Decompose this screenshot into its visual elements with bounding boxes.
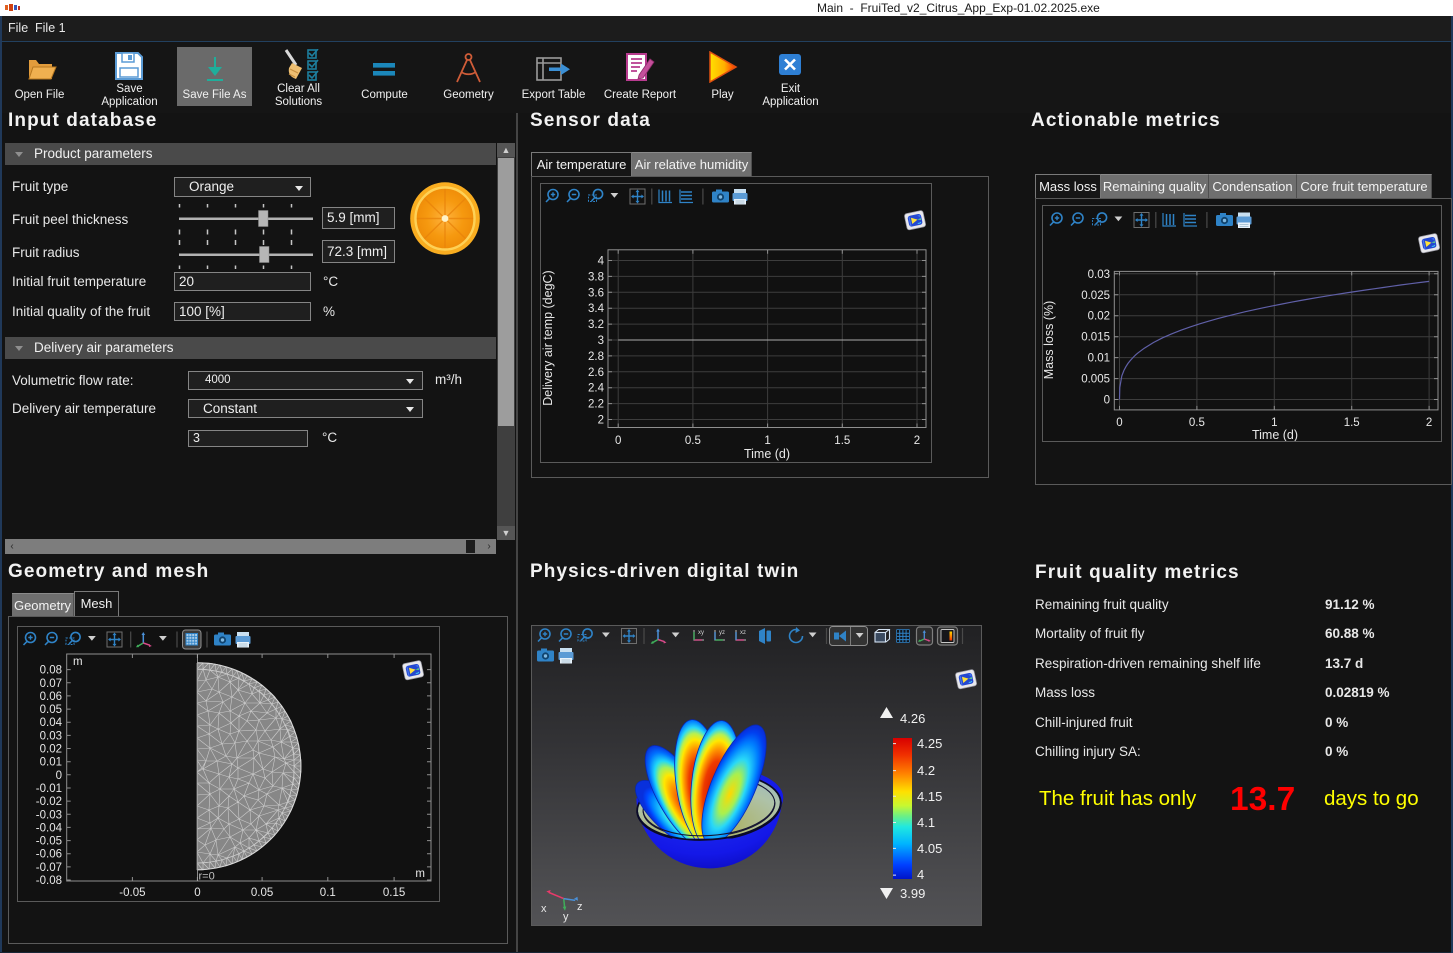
- svg-text:2.4: 2.4: [588, 383, 605, 395]
- svg-text:4: 4: [917, 867, 924, 882]
- svg-text:-0.03: -0.03: [36, 809, 62, 821]
- svg-text:2: 2: [1426, 417, 1432, 429]
- svg-text:y: y: [563, 911, 569, 923]
- svg-text:0.08: 0.08: [40, 665, 62, 677]
- svg-text:xy: xy: [698, 630, 704, 636]
- svg-text:0: 0: [1104, 395, 1110, 407]
- svg-text:-0.04: -0.04: [36, 822, 63, 834]
- svg-text:2.8: 2.8: [588, 351, 604, 363]
- svg-text:3.6: 3.6: [588, 287, 604, 299]
- svg-text:-0.02: -0.02: [36, 796, 62, 808]
- svg-text:0.01: 0.01: [1088, 353, 1110, 365]
- svg-text:0.03: 0.03: [40, 730, 62, 742]
- svg-text:xz: xz: [740, 630, 746, 636]
- svg-text:3.99: 3.99: [900, 886, 925, 901]
- svg-text:Time (d): Time (d): [744, 447, 790, 461]
- svg-text:Time (d): Time (d): [1252, 428, 1298, 441]
- svg-text:4.2: 4.2: [917, 763, 935, 778]
- svg-text:0.05: 0.05: [251, 887, 273, 899]
- svg-text:0.07: 0.07: [40, 678, 62, 690]
- svg-text:0: 0: [1116, 417, 1122, 429]
- svg-text:0.1: 0.1: [320, 887, 336, 899]
- svg-text:0.015: 0.015: [1081, 332, 1110, 344]
- svg-text:4: 4: [598, 256, 605, 268]
- svg-text:-0.05: -0.05: [36, 836, 62, 848]
- svg-text:4.1: 4.1: [917, 815, 935, 830]
- svg-text:Delivery air temp (degC): Delivery air temp (degC): [541, 270, 555, 405]
- svg-text:3.2: 3.2: [588, 319, 604, 331]
- svg-text:-0.07: -0.07: [36, 862, 62, 874]
- svg-text:0: 0: [56, 770, 62, 782]
- svg-text:1.5: 1.5: [1344, 417, 1360, 429]
- svg-text:x: x: [541, 903, 547, 915]
- svg-text:0.06: 0.06: [40, 691, 62, 703]
- svg-text:2: 2: [914, 435, 920, 447]
- svg-text:-0.08: -0.08: [36, 875, 62, 887]
- svg-text:0: 0: [615, 435, 621, 447]
- svg-text:0.005: 0.005: [1081, 374, 1110, 386]
- svg-text:4.25: 4.25: [917, 736, 942, 751]
- svg-text:0: 0: [194, 887, 200, 899]
- svg-text:0.02: 0.02: [1088, 311, 1110, 323]
- svg-text:0.01: 0.01: [40, 757, 62, 769]
- svg-text:z: z: [577, 901, 583, 913]
- svg-text:3: 3: [598, 335, 604, 347]
- svg-text:r=0: r=0: [199, 871, 215, 883]
- svg-text:-0.06: -0.06: [36, 849, 62, 861]
- svg-text:0.5: 0.5: [1189, 417, 1205, 429]
- svg-text:0.04: 0.04: [40, 717, 63, 729]
- svg-text:1.5: 1.5: [834, 435, 850, 447]
- svg-text:0.05: 0.05: [40, 704, 62, 716]
- svg-text:4.26: 4.26: [900, 711, 925, 726]
- svg-text:0.15: 0.15: [383, 887, 405, 899]
- svg-text:0.03: 0.03: [1088, 269, 1110, 281]
- svg-text:3.4: 3.4: [588, 303, 605, 315]
- svg-text:m: m: [73, 656, 83, 668]
- svg-text:4.05: 4.05: [917, 841, 942, 856]
- svg-text:Mass loss (%): Mass loss (%): [1043, 301, 1056, 379]
- svg-text:2.2: 2.2: [588, 399, 604, 411]
- svg-text:3.8: 3.8: [588, 271, 604, 283]
- svg-text:4.15: 4.15: [917, 789, 942, 804]
- svg-text:1: 1: [764, 435, 770, 447]
- svg-text:0.025: 0.025: [1081, 290, 1110, 302]
- svg-text:2: 2: [598, 415, 604, 427]
- svg-text:m: m: [415, 868, 425, 880]
- svg-text:yz: yz: [719, 630, 725, 636]
- svg-text:0.02: 0.02: [40, 744, 62, 756]
- svg-text:2.6: 2.6: [588, 367, 604, 379]
- svg-text:-0.01: -0.01: [36, 783, 62, 795]
- svg-text:0.5: 0.5: [685, 435, 701, 447]
- svg-text:-0.05: -0.05: [119, 887, 145, 899]
